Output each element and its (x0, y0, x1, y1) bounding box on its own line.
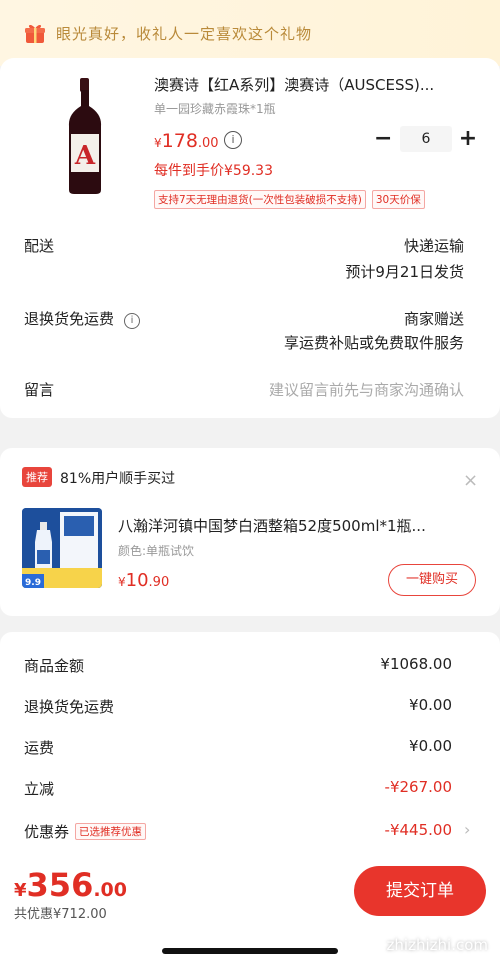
returns-label-wrap: 退换货免运费 i (24, 308, 141, 329)
total-decimal: .00 (93, 879, 127, 901)
summary-shipping-value: ¥0.00 (409, 737, 452, 755)
summary-returns-label: 退换货免运费 (24, 698, 115, 716)
returns-value: 商家赠送 (403, 310, 464, 328)
message-input[interactable]: 建议留言前先与商家沟通确认 (269, 379, 464, 400)
price-info-icon[interactable]: i (224, 131, 242, 149)
returns-label: 退换货免运费 (24, 310, 115, 328)
delivery-method: 快递运输 (403, 237, 464, 255)
quantity-input[interactable]: 6 (400, 126, 452, 152)
summary-goods-value: ¥1068.00 (380, 655, 452, 673)
chevron-right-icon[interactable]: › (464, 820, 470, 839)
bottle-label-letter: A (74, 141, 96, 171)
watermark: zhizhizhi.com (386, 936, 488, 954)
summary-row-shipping: 运费 ¥0.00 (24, 737, 452, 759)
rec-price-decimal: .90 (148, 575, 170, 590)
product-title[interactable]: 澳赛诗【红A系列】澳赛诗（AUSCESS)... (154, 74, 472, 95)
coupon-selected-badge: 已选推荐优惠 (75, 823, 147, 840)
summary-discount-label: 立减 (24, 780, 55, 798)
per-item-price: 每件到手价¥59.33 (154, 163, 273, 179)
delivery-label: 配送 (24, 237, 55, 255)
close-icon[interactable]: × (463, 472, 478, 490)
recommend-badge: 推荐 (22, 467, 52, 487)
message-label: 留言 (24, 381, 55, 399)
price-integer: 178 (161, 130, 198, 152)
home-indicator[interactable] (162, 948, 338, 954)
recommend-title: 81%用户顺手买过 (60, 471, 176, 487)
summary-discount-value: -¥267.00 (384, 778, 452, 796)
price-decimal: .00 (197, 136, 219, 151)
recommend-product-spec: 颜色:单瓶试饮 (118, 544, 195, 558)
price-protect-tag: 30天价保 (371, 190, 425, 209)
summary-row-discount: 立减 -¥267.00 (24, 778, 452, 800)
total-saved: 共优惠¥712.00 (14, 907, 107, 922)
gift-icon (24, 22, 46, 44)
total-integer: 356 (26, 866, 94, 904)
summary-coupon-value: -¥445.00 (384, 821, 452, 839)
quantity-decrease-button[interactable]: − (374, 124, 392, 154)
product-spec[interactable]: 单一园珍藏赤霞珠*1瓶 (154, 100, 276, 117)
returns-info-icon[interactable]: i (124, 313, 141, 329)
summary-shipping-label: 运费 (24, 739, 55, 757)
rec-price-integer: 10 (125, 570, 149, 591)
summary-goods-label: 商品金额 (24, 657, 85, 675)
summary-row-coupon[interactable]: 优惠券 已选推荐优惠 -¥445.00 (24, 821, 452, 843)
gift-banner-text: 眼光真好，收礼人一定喜欢这个礼物 (56, 24, 313, 43)
recommend-product-name[interactable]: 八瀚洋河镇中国梦白酒整箱52度500ml*1瓶... (118, 515, 460, 536)
recommend-image-tag: 9.9 (25, 578, 41, 588)
summary-returns-value: ¥0.00 (409, 696, 452, 714)
submit-order-button[interactable]: 提交订单 (354, 866, 486, 916)
service-tags: 支持7天无理由退货(一次性包装破损不支持) 30天价保 (154, 190, 425, 209)
summary-coupon-label-wrap: 优惠券 已选推荐优惠 (24, 821, 147, 842)
total-currency: ¥ (14, 880, 27, 901)
product-image[interactable]: A (60, 78, 110, 194)
summary-coupon-label: 优惠券 (24, 823, 70, 841)
summary-row-returns: 退换货免运费 ¥0.00 (24, 696, 452, 718)
price-currency: ¥ (154, 136, 162, 150)
summary-row-goods: 商品金额 ¥1068.00 (24, 655, 452, 677)
returns-detail: 享运费补贴或免费取件服务 (283, 334, 464, 352)
return-policy-tag: 支持7天无理由退货(一次性包装破损不支持) (154, 190, 366, 209)
product-price: ¥ 178 .00 (154, 130, 219, 152)
quantity-increase-button[interactable]: + (458, 124, 478, 154)
gift-banner: 眼光真好，收礼人一定喜欢这个礼物 (0, 0, 500, 66)
rec-price-currency: ¥ (118, 575, 126, 589)
recommend-product-image[interactable]: 9.9 (22, 508, 102, 588)
one-click-buy-button[interactable]: 一键购买 (388, 564, 476, 596)
recommend-price: ¥ 10 .90 (118, 570, 169, 591)
delivery-eta: 预计9月21日发货 (345, 263, 464, 281)
total-price: ¥ 356 .00 (14, 866, 127, 904)
